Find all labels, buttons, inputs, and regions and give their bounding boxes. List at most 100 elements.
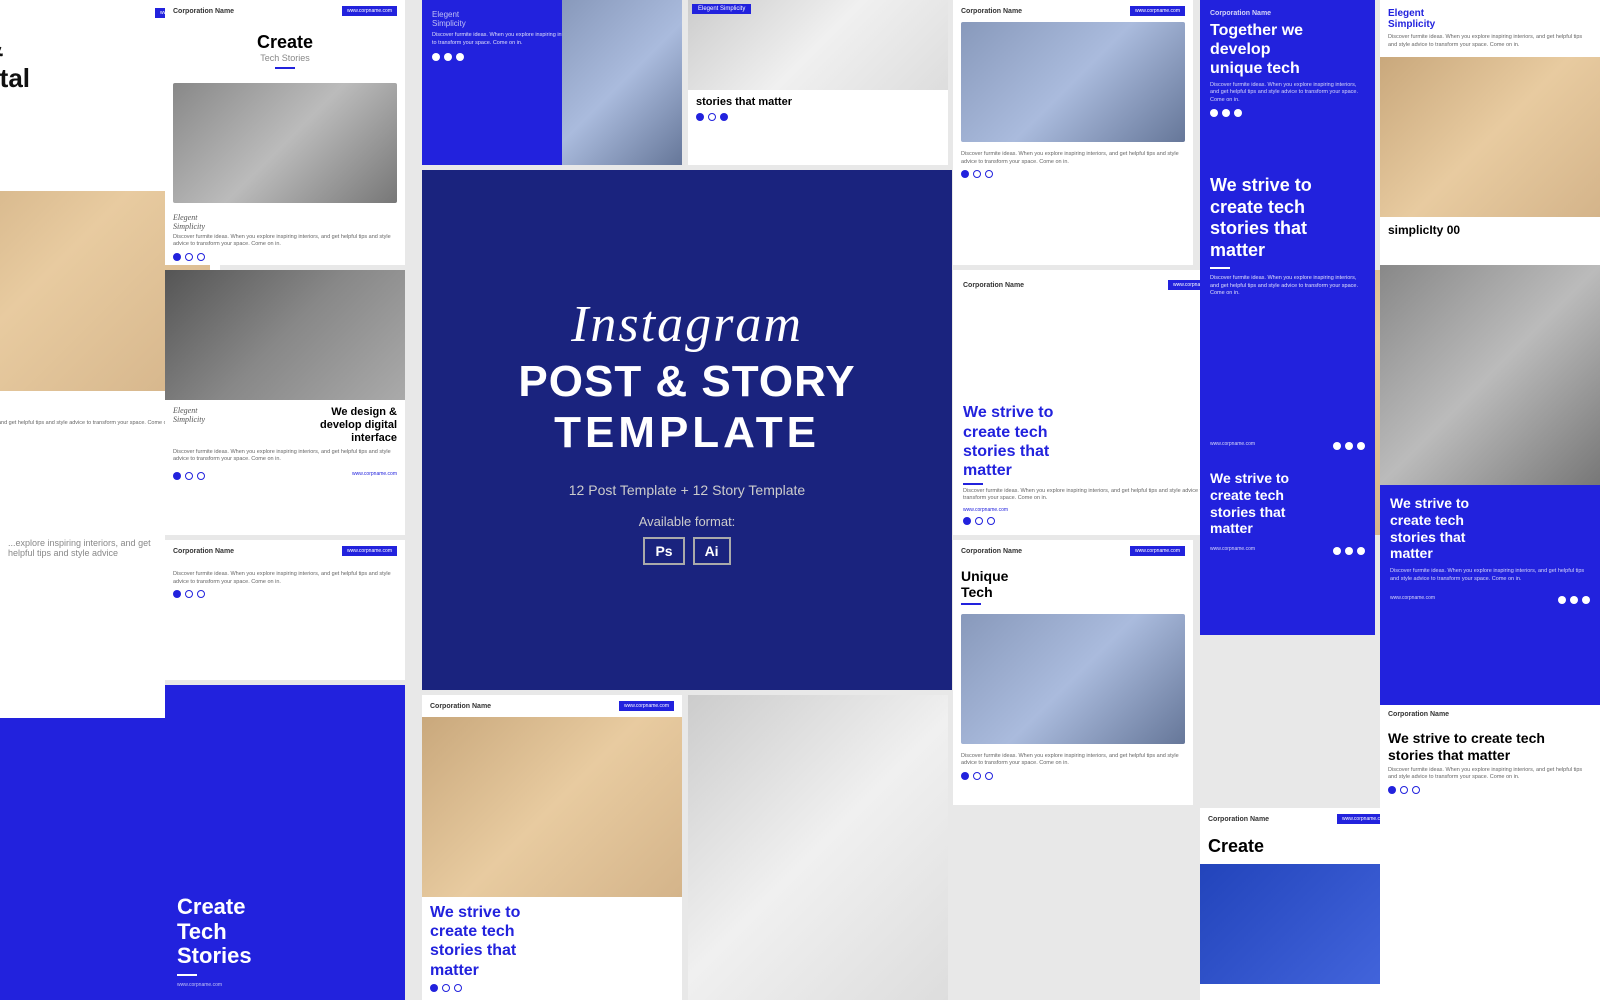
s-rb2-1 <box>1333 547 1341 555</box>
s-fr2-2 <box>1570 596 1578 604</box>
card-top-image <box>562 0 682 165</box>
desc-rt1: Discover furmite ideas. When you explore… <box>961 151 1185 166</box>
card-rb1-title: We strive tocreate techstories thatmatte… <box>1210 175 1365 261</box>
social-r2 <box>961 772 1185 780</box>
website-l1: www.corpname.com <box>342 6 397 16</box>
s-rb1-1 <box>1333 442 1341 450</box>
frt-title: simplicIty 00 <box>1388 223 1592 237</box>
link-rm1: www.corpname.com <box>963 507 1223 513</box>
card-l1-title: Create <box>173 32 397 53</box>
corp-name-l1: Corporation Name <box>173 8 234 15</box>
format-label: Available format: <box>639 514 736 529</box>
partial-bl-title: We design &developdigital <box>8 626 157 684</box>
center-panel: Instagram POST & STORY TEMPLATE 12 Post … <box>422 170 952 690</box>
s-fr2-3 <box>1582 596 1590 604</box>
s-rt1-2 <box>973 170 981 178</box>
website-rt1: www.corpname.com <box>1130 6 1185 16</box>
s3 <box>456 53 464 61</box>
desc-fr2: Discover furmite ideas. When you explore… <box>1390 568 1590 583</box>
s-top2-2 <box>708 113 716 121</box>
s-rb1-3 <box>1357 442 1365 450</box>
card-far-right-4: Corporation Name We strive to create tec… <box>1380 705 1600 1000</box>
social-top2 <box>696 113 940 121</box>
s-rtb-1 <box>1210 109 1218 117</box>
desc-rm1: Discover furmite ideas. When you explore… <box>963 488 1223 503</box>
corp-name-l3: Corporation Name <box>173 548 234 555</box>
s-rtb-2 <box>1222 109 1230 117</box>
s-rm1-1 <box>963 517 971 525</box>
divider-rb1 <box>1210 267 1230 269</box>
elegent-l1: ElegentSimplicity <box>173 213 397 231</box>
s-top2-1 <box>696 113 704 121</box>
card-fr4-title: We strive to create tech stories that ma… <box>1388 730 1592 764</box>
corp-name-r2: Corporation Name <box>961 548 1022 555</box>
link-l4: www.corpname.com <box>177 982 393 988</box>
card-fr2-title: We strive tocreate techstories thatmatte… <box>1390 495 1590 562</box>
corp-name-fr3: Corporation Name <box>1208 816 1269 823</box>
social-fr2 <box>1558 596 1590 604</box>
card-l2-title: We design &develop digitalinterface <box>320 406 397 446</box>
website-l3: www.corpname.com <box>342 546 397 556</box>
s-top2-3 <box>720 113 728 121</box>
social-fr4 <box>1388 786 1592 794</box>
s-r2-3 <box>985 772 993 780</box>
card-right-blue-1: We strive tocreate techstories thatmatte… <box>1200 165 1375 460</box>
card-top2-image: Elegent Simplicity <box>688 0 948 90</box>
card-far-right-top: ElegentSimplicity Discover furmite ideas… <box>1380 0 1600 265</box>
card-top2-badge: Elegent Simplicity <box>692 4 751 14</box>
card-right-blue-2: We strive tocreate techstories thatmatte… <box>1200 460 1375 635</box>
card-b2-image <box>688 695 948 1000</box>
format-badges: Ps Ai <box>643 537 730 565</box>
card-top-white: Elegent Simplicity stories that matter <box>688 0 948 165</box>
s-b1-1 <box>430 984 438 992</box>
s-rb2-2 <box>1345 547 1353 555</box>
card-partial-bottom-left: ...explore inspiring interiors, and get … <box>0 530 165 1000</box>
card-left-col-1: Corporation Name www.corpname.com Create… <box>165 0 405 265</box>
s-rtb-3 <box>1234 109 1242 117</box>
card-rb2-title: We strive tocreate techstories thatmatte… <box>1210 470 1365 537</box>
social-rb1 <box>1333 442 1365 450</box>
divider-l1 <box>275 67 295 69</box>
card-rm1-title: We strive tocreate techstories thatmatte… <box>963 403 1223 480</box>
social-fb-l1 <box>185 253 193 261</box>
social-ig-l3 <box>173 590 181 598</box>
website-b1: www.corpname.com <box>619 701 674 711</box>
social-l3 <box>173 590 397 598</box>
partial-bl-text: ...explore inspiring interiors, and get … <box>8 538 157 558</box>
card-bottom-1: Corporation Name www.corpname.com We str… <box>422 695 682 1000</box>
card-fr3-title: Create <box>1208 836 1392 858</box>
corp-name-b1: Corporation Name <box>430 703 491 710</box>
card-right-2: Corporation Name www.corpname.com Unique… <box>953 540 1193 805</box>
s2 <box>444 53 452 61</box>
desc-rb1: Discover furmite ideas. When you explore… <box>1210 275 1365 298</box>
desc-l3: Discover furmite ideas. When you explore… <box>173 571 397 586</box>
template-text: TEMPLATE <box>554 408 820 458</box>
link-l2: www.corpname.com <box>352 471 397 477</box>
card-b1-title: We strive tocreate techstories thatmatte… <box>430 903 674 980</box>
s-fr4-1 <box>1388 786 1396 794</box>
desc-l1: Discover furmite ideas. When you explore… <box>173 234 397 249</box>
social-rtb <box>1210 109 1365 117</box>
s-fr4-3 <box>1412 786 1420 794</box>
card-left-col-3: Corporation Name www.corpname.com Discov… <box>165 540 405 680</box>
card-l4-title: CreateTechStories <box>177 895 393 968</box>
card-right-top-1: Corporation Name www.corpname.com Discov… <box>953 0 1193 265</box>
card-rtb-title: Together wedevelopunique tech <box>1210 21 1365 79</box>
format-ps-badge: Ps <box>643 537 684 565</box>
corp-name-rtb: Corporation Name <box>1210 10 1365 17</box>
s-r2-2 <box>973 772 981 780</box>
s-rb1-2 <box>1345 442 1353 450</box>
link-rb1: www.corpname.com <box>1210 441 1255 447</box>
s-b1-3 <box>454 984 462 992</box>
s1 <box>432 53 440 61</box>
divider-l4 <box>177 974 197 976</box>
card-fr3-image <box>1200 864 1400 984</box>
s-rb2-3 <box>1357 547 1365 555</box>
social-fb-l2 <box>185 472 193 480</box>
card-right-top-blue: Corporation Name Together wedevelopuniqu… <box>1200 0 1375 165</box>
card-frt-image <box>1380 57 1600 217</box>
divider-r2 <box>961 603 981 605</box>
social-tw-l1 <box>197 253 205 261</box>
card-far-right-3: Corporation Name www.corpname.com Create <box>1200 808 1400 1000</box>
card-b1-image <box>422 717 682 897</box>
